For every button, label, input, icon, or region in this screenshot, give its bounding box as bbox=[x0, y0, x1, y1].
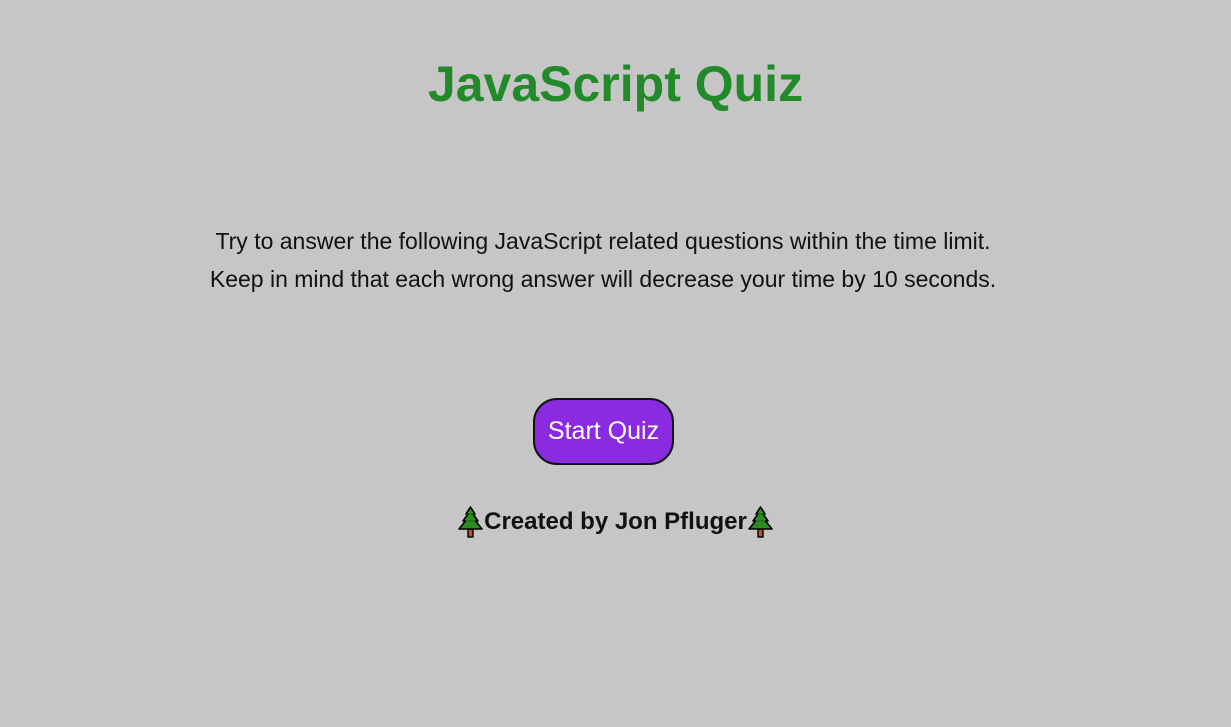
footer-credit: Created by Jon Pfluger bbox=[0, 504, 1231, 540]
tree-icon bbox=[747, 506, 774, 538]
tree-icon bbox=[457, 506, 484, 538]
page-title: JavaScript Quiz bbox=[427, 56, 804, 112]
author-credit: Created by Jon Pfluger bbox=[484, 508, 747, 535]
start-quiz-button[interactable]: Start Quiz bbox=[533, 398, 674, 465]
quiz-instructions: Try to answer the following JavaScript r… bbox=[209, 228, 997, 292]
quiz-start-page: JavaScript Quiz Try to answer the follow… bbox=[0, 0, 1231, 727]
